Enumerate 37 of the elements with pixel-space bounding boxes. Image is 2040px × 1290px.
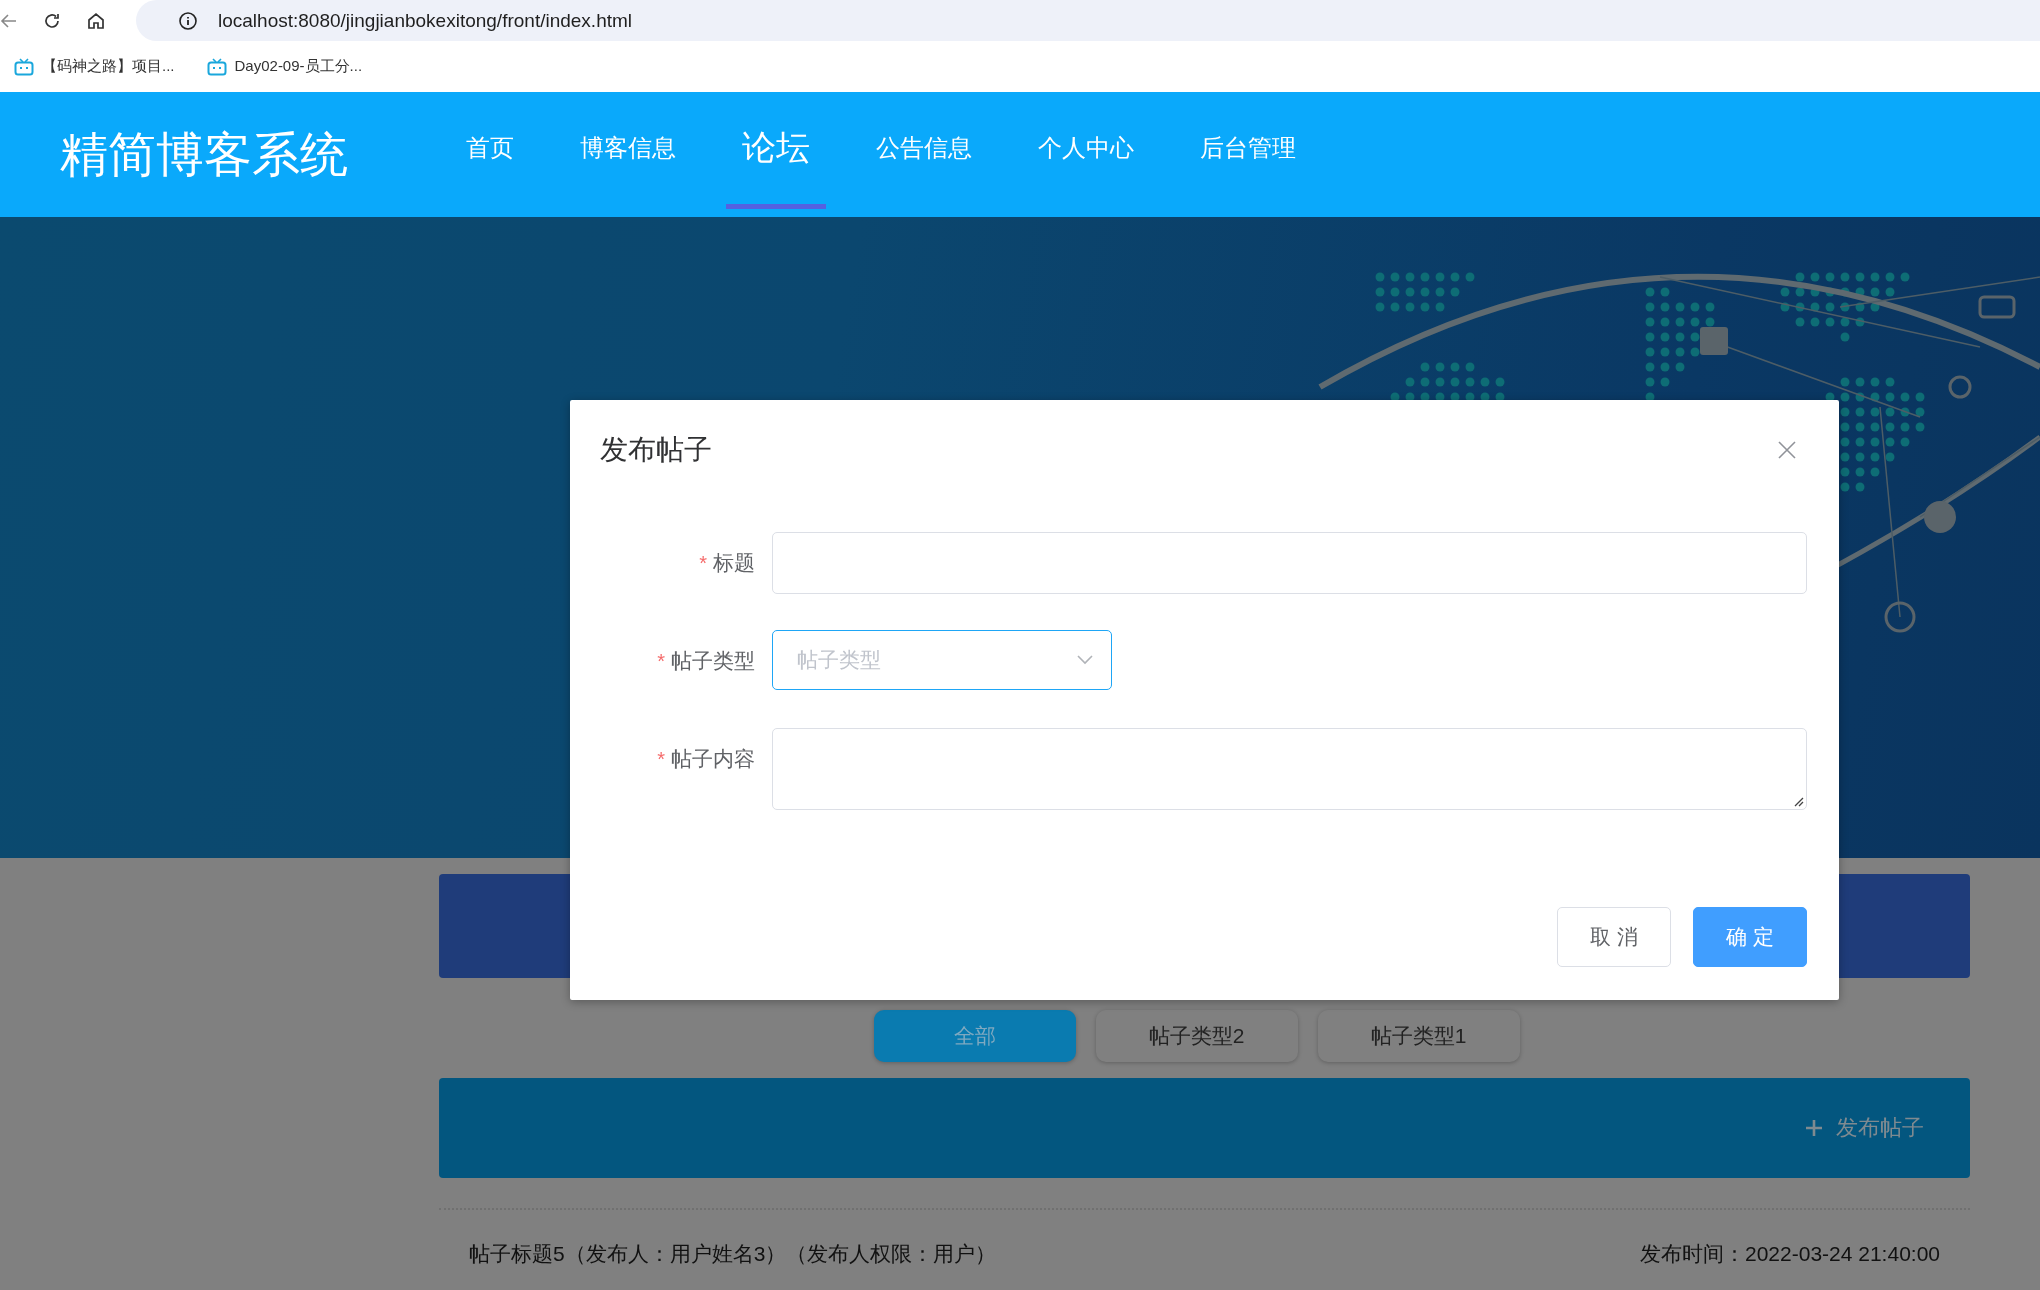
select-field[interactable]: 帖子类型 xyxy=(772,630,1112,690)
required-mark: * xyxy=(699,551,707,575)
required-mark: * xyxy=(657,747,665,771)
category-tab[interactable]: 帖子类型2 xyxy=(1095,1010,1298,1062)
field-label: 帖子内容 xyxy=(671,746,755,772)
textarea-field[interactable] xyxy=(772,728,1807,810)
nav-item[interactable]: 后台管理 xyxy=(1184,92,1312,209)
required-mark: * xyxy=(657,649,665,673)
category-tab[interactable]: 帖子类型1 xyxy=(1317,1010,1520,1062)
post-time: 发布时间：2022-03-24 21:40:00 xyxy=(1640,1241,1940,1267)
post-title[interactable]: 帖子标题5（发布人：用户姓名3）（发布人权限：用户） xyxy=(469,1240,997,1268)
cancel-button[interactable]: 取 消 xyxy=(1557,907,1671,967)
bookmark[interactable]: 【码神之路】项目... xyxy=(14,57,175,76)
plus-icon xyxy=(1804,1118,1824,1138)
nav-item[interactable]: 个人中心 xyxy=(1022,92,1150,209)
tv-icon xyxy=(14,57,34,76)
confirm-button[interactable]: 确 定 xyxy=(1693,907,1807,967)
chevron-down-icon xyxy=(1077,655,1093,665)
address-bar[interactable]: localhost:8080/jingjianbokexitong/front/index.html xyxy=(136,0,2040,41)
category-tab[interactable]: 全部 xyxy=(873,1010,1076,1062)
nav-item[interactable]: 论坛 xyxy=(726,92,826,209)
nav-item[interactable]: 公告信息 xyxy=(860,92,988,209)
site-title: 精简博客系统 xyxy=(60,126,349,183)
publish-button[interactable]: 发布帖子 xyxy=(1798,1107,1930,1149)
bookmark[interactable]: Day02-09-员工分... xyxy=(206,57,363,76)
field-label: 帖子类型 xyxy=(671,648,755,674)
input-field[interactable] xyxy=(772,532,1807,594)
info-icon[interactable] xyxy=(178,10,198,31)
nav-item[interactable]: 首页 xyxy=(450,92,530,209)
resize-grip-icon[interactable] xyxy=(1794,797,1804,807)
tv-icon xyxy=(206,57,227,76)
dialog-title: 发布帖子 xyxy=(600,433,712,467)
close-icon[interactable] xyxy=(1778,441,1796,459)
back-icon[interactable] xyxy=(0,11,18,30)
home-icon[interactable] xyxy=(86,10,106,31)
nav-item[interactable]: 博客信息 xyxy=(564,92,692,209)
field-label: 标题 xyxy=(713,550,755,576)
